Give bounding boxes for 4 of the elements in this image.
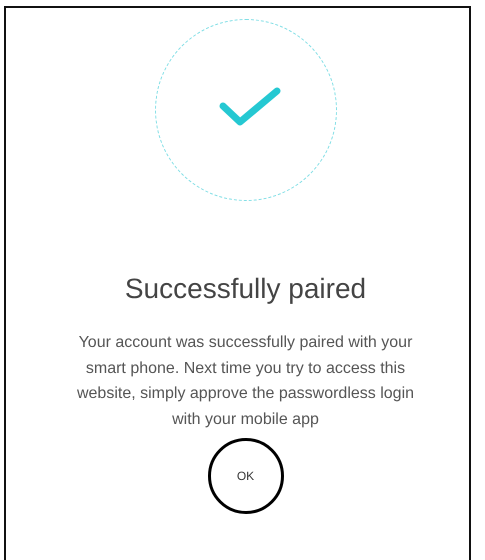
checkmark-icon <box>219 86 281 128</box>
dialog-title: Successfully paired <box>124 273 366 305</box>
ok-button[interactable]: OK <box>208 438 284 514</box>
dialog-message: Your account was successfully paired with your smart phone. Next time you try to access this website, simply approve the passwordless login with your mobile app <box>76 333 416 430</box>
